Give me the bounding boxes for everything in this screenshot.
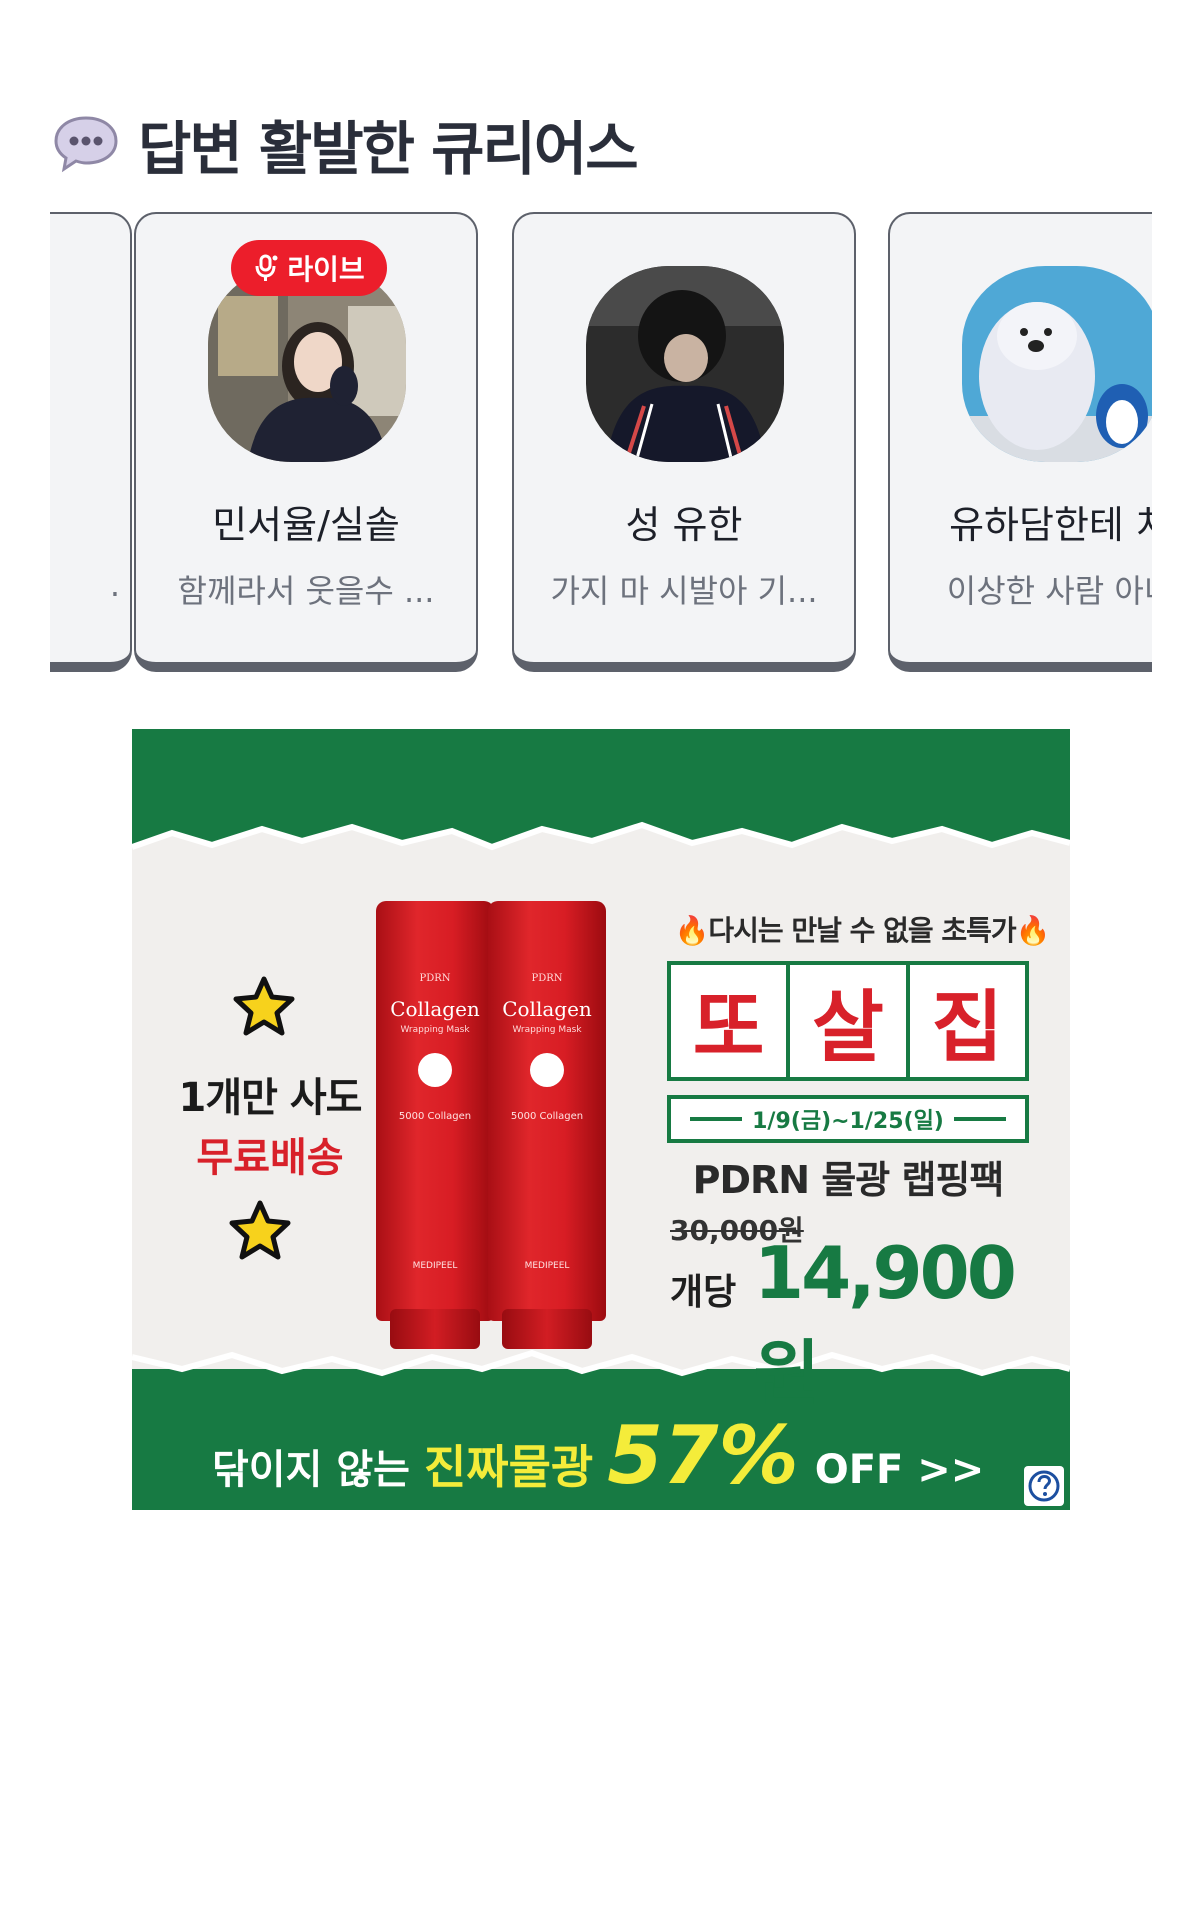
card-name: 성 유한 bbox=[625, 503, 743, 547]
ad-banner-line[interactable]: 닦이지 않는 진짜물광 57% OFF >> bbox=[212, 1409, 984, 1502]
user-card[interactable]: 성 유한 가지 마 시발아 기... bbox=[512, 212, 856, 672]
card-name: 유하담한테 처 bbox=[949, 503, 1152, 547]
section-title: 답변 활발한 큐리어스 bbox=[138, 115, 639, 183]
user-card[interactable]: 라이브 민서율/실솥 함께라서 웃을수 ... bbox=[134, 212, 478, 672]
user-card[interactable]: 유하담한테 처 이상한 사람 아니 bbox=[888, 212, 1152, 672]
ad-banner[interactable]: 1개만 사도 무료배송 PDRN Collagen Wrapping Mask … bbox=[132, 729, 1070, 1510]
live-badge: 라이브 bbox=[231, 240, 387, 296]
section-header: 답변 활발한 큐리어스 bbox=[52, 104, 639, 184]
ad-left-line1: 1개만 사도 bbox=[178, 1075, 363, 1121]
star-icon bbox=[229, 1200, 291, 1260]
card-desc: 함께라서 웃을수 ... bbox=[177, 572, 435, 610]
card-desc: 이상한 사람 아니 bbox=[946, 572, 1152, 610]
card-desc: 가지 마 시발아 기... bbox=[550, 572, 818, 610]
star-icon bbox=[233, 976, 295, 1036]
ad-price: 14,900원 bbox=[754, 1231, 1017, 1416]
user-card[interactable]: . bbox=[50, 212, 132, 672]
ad-info-icon[interactable] bbox=[1024, 1466, 1064, 1506]
card-desc: . bbox=[109, 566, 120, 604]
curious-carousel[interactable]: . 라이브 민서율/실솥 함께라서 웃을수 ... 성 유한 가지 마 시발아 … bbox=[50, 212, 1152, 680]
ad-headline-char: 살 bbox=[790, 965, 910, 1077]
ad-left-line2: 무료배송 bbox=[196, 1135, 344, 1181]
speech-bubble-icon bbox=[52, 114, 120, 174]
ad-headline-box: 또 살 집 bbox=[667, 961, 1029, 1081]
ad-headline-char: 집 bbox=[931, 983, 1004, 1073]
card-name: 민서율/실솥 bbox=[212, 503, 400, 547]
avatar bbox=[586, 266, 784, 462]
ad-promo-top: 🔥다시는 만날 수 없을 초특가🔥 bbox=[674, 914, 1050, 947]
ad-product-name: PDRN 물광 랩핑팩 bbox=[692, 1158, 1005, 1202]
ad-headline-char: 또 bbox=[671, 965, 791, 1077]
live-badge-label: 라이브 bbox=[287, 253, 365, 286]
ad-date-range: 1/9(금)~1/25(일) bbox=[667, 1095, 1029, 1143]
avatar bbox=[962, 266, 1152, 462]
live-mic-icon bbox=[255, 254, 278, 281]
product-tube: PDRN Collagen Wrapping Mask 5000 Collage… bbox=[376, 901, 494, 1349]
tube-logo-icon bbox=[418, 1053, 452, 1087]
tube-logo-icon bbox=[530, 1053, 564, 1087]
product-tube: PDRN Collagen Wrapping Mask 5000 Collage… bbox=[488, 901, 606, 1349]
ad-price-prefix: 개당 bbox=[670, 1272, 737, 1313]
